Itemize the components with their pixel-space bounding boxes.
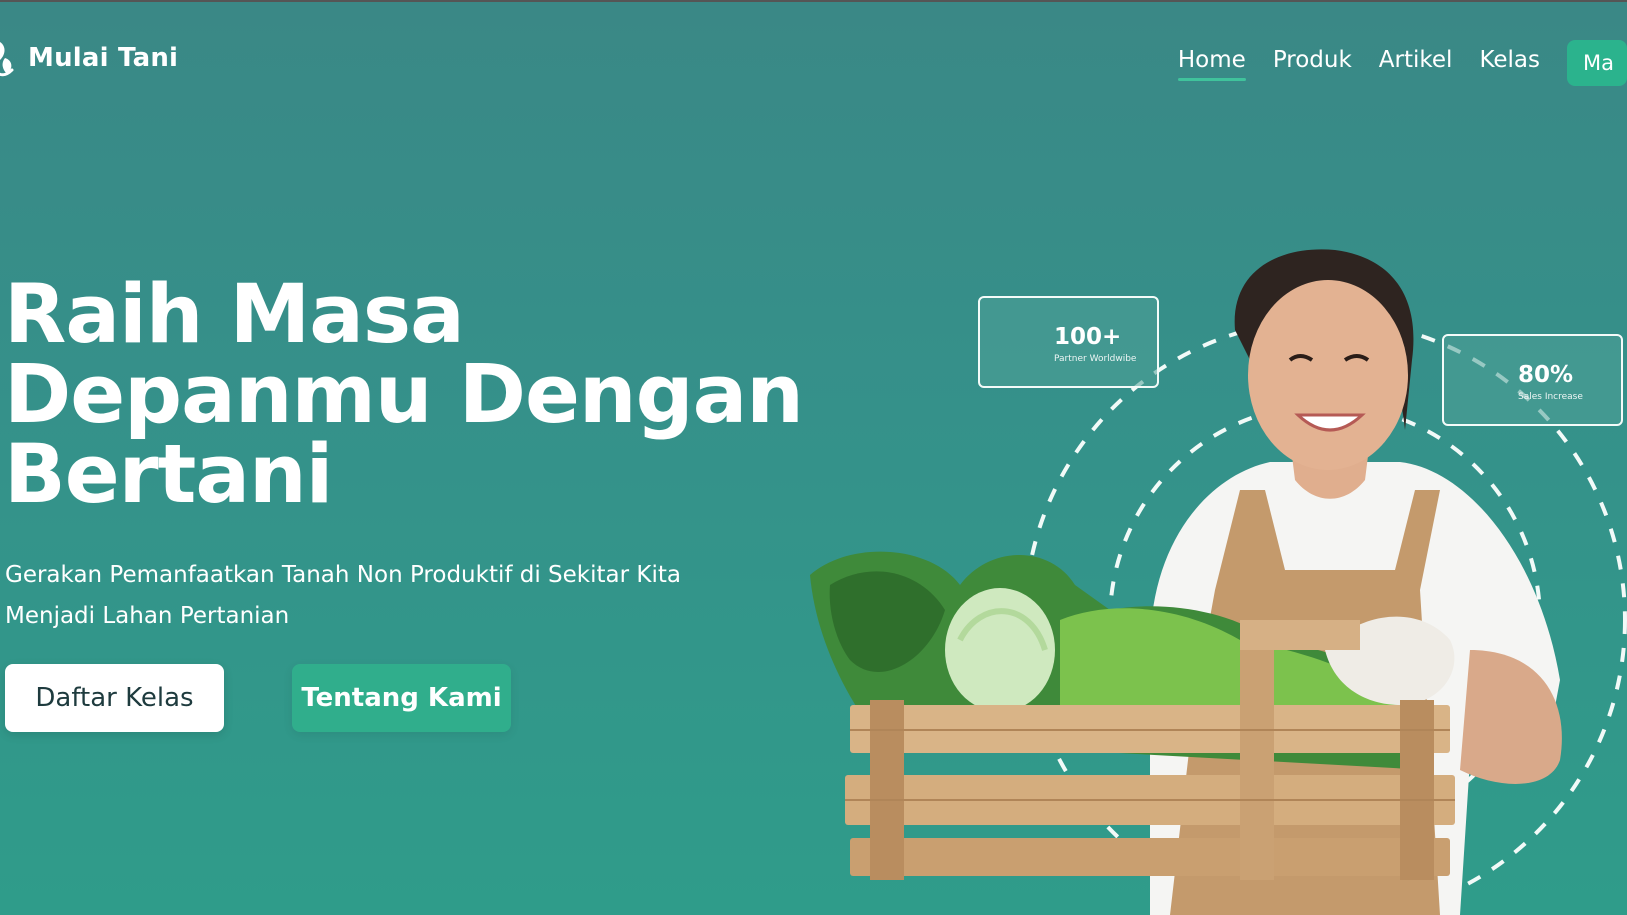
stat-value: 100+	[1054, 324, 1122, 350]
tentang-kami-button[interactable]: Tentang Kami	[292, 664, 511, 732]
woman-glove	[1325, 616, 1455, 705]
nav-item-kelas[interactable]: Kelas	[1479, 47, 1540, 79]
hero-subtitle-line-1: Gerakan Pemanfaatkan Tanah Non Produktif…	[5, 562, 681, 588]
woman-hair	[1234, 249, 1414, 430]
stat-label: Sales Increase	[1518, 392, 1583, 402]
brand-logo[interactable]: Mulai Tani	[0, 36, 178, 80]
top-border	[0, 0, 1627, 2]
main-nav: Home Produk Artikel Kelas Ma	[1177, 40, 1627, 86]
hero-subtitle-line-2: Menjadi Lahan Pertanian	[5, 603, 290, 629]
hero-title: Raih Masa Depanmu Dengan Bertani	[4, 275, 824, 516]
woman-shirt	[1150, 462, 1560, 915]
dashed-ring-inner	[1108, 403, 1542, 837]
woman-face	[1248, 280, 1408, 470]
wooden-crate	[845, 620, 1455, 880]
nav-item-produk[interactable]: Produk	[1273, 47, 1352, 79]
woman-neck	[1290, 440, 1370, 499]
stat-label: Partner Worldwibe	[1054, 354, 1137, 364]
cabbage	[945, 588, 1055, 712]
brand-name: Mulai Tani	[28, 43, 179, 73]
hero-title-line-3: Bertani	[4, 428, 333, 522]
stat-value: 80%	[1518, 362, 1574, 388]
woman-smile	[1294, 413, 1366, 432]
woman-apron	[1170, 490, 1440, 915]
sprout-logo-icon	[0, 42, 14, 77]
woman-arm	[1460, 650, 1562, 784]
stat-card-partners: 100+ Partner Worldwibe	[978, 296, 1159, 388]
hero-subtitle: Gerakan Pemanfaatkan Tanah Non Produktif…	[5, 555, 725, 637]
stat-card-sales: 80% Sales Increase	[1442, 334, 1623, 426]
nav-cta-button[interactable]: Ma	[1567, 40, 1627, 86]
leafy-greens	[810, 551, 1430, 770]
daftar-kelas-button[interactable]: Daftar Kelas	[5, 664, 224, 732]
nav-item-artikel[interactable]: Artikel	[1379, 47, 1453, 79]
nav-item-home[interactable]: Home	[1177, 47, 1246, 81]
